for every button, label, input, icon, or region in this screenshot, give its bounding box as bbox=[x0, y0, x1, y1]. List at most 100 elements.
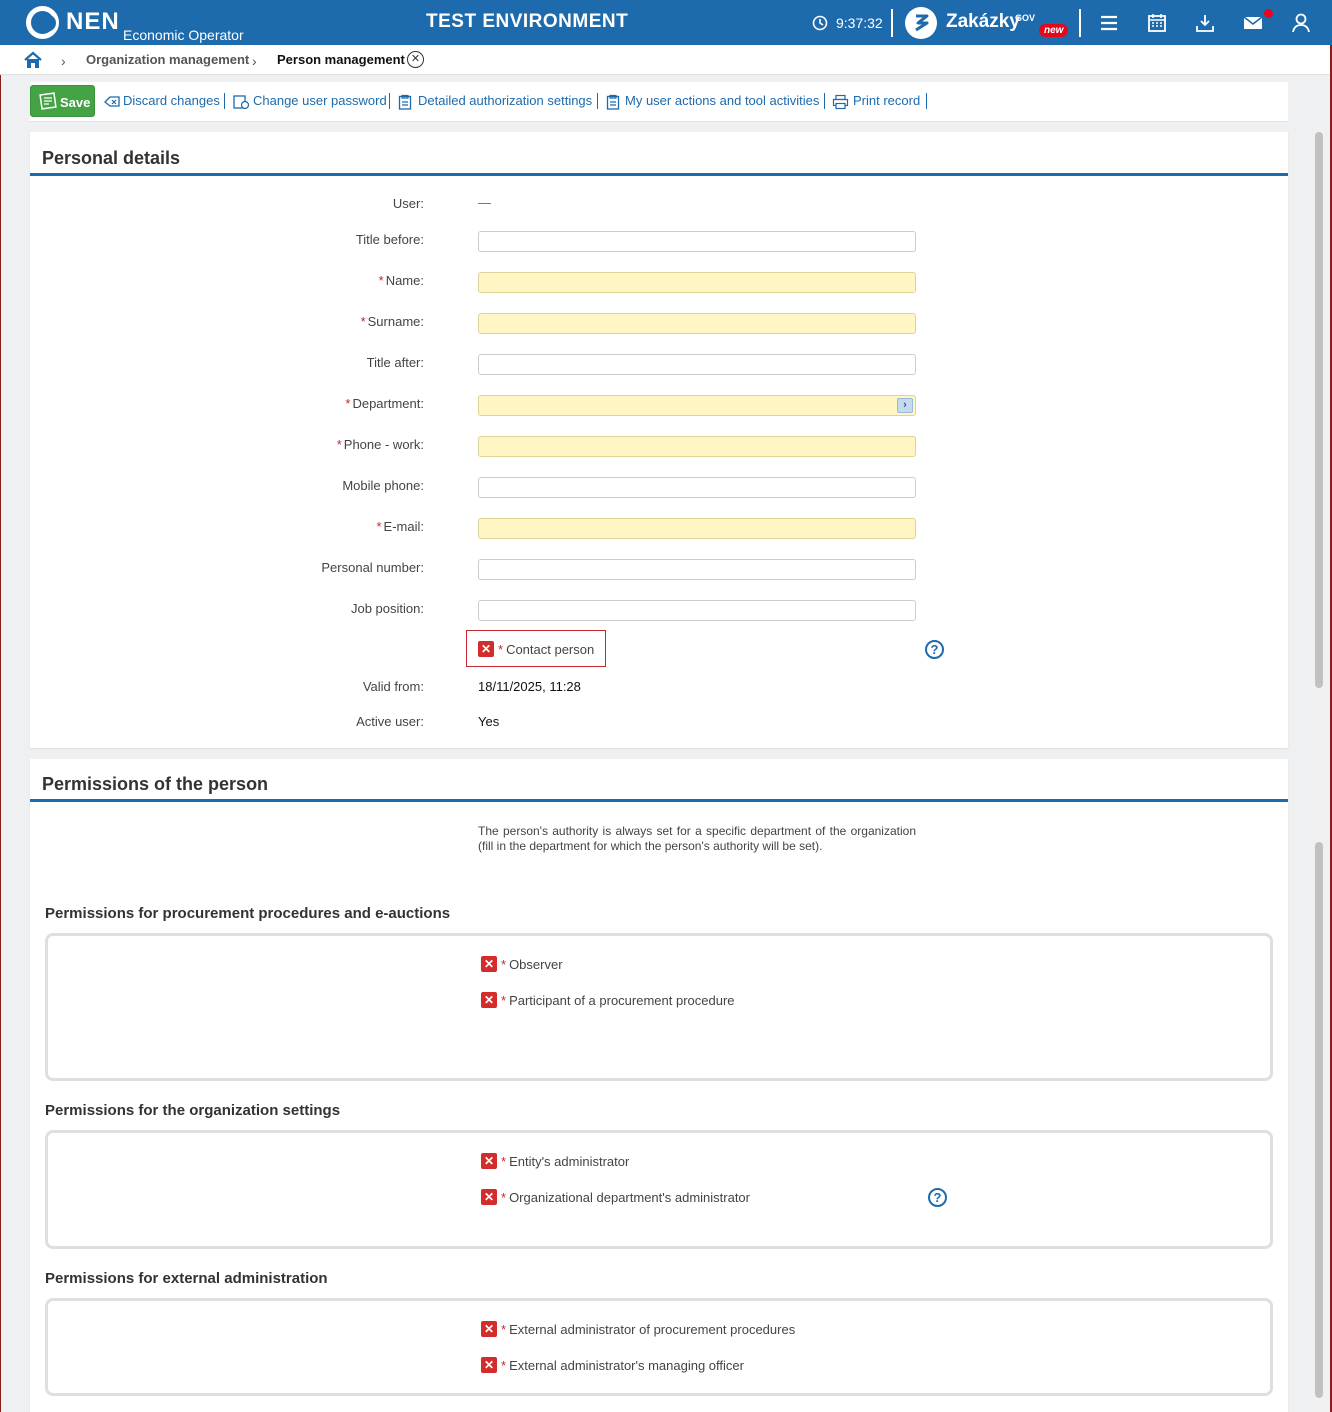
authorization-settings-link[interactable]: Detailed authorization settings bbox=[418, 93, 592, 108]
password-icon bbox=[232, 94, 250, 113]
save-button[interactable]: Save bbox=[30, 85, 95, 117]
environment-label: TEST ENVIRONMENT bbox=[426, 11, 629, 32]
entity-admin-checkbox[interactable]: ✕ bbox=[481, 1153, 497, 1169]
department-admin-checkbox[interactable]: ✕ bbox=[481, 1189, 497, 1205]
mobile-phone-input[interactable] bbox=[478, 477, 916, 498]
save-label: Save bbox=[60, 95, 91, 110]
title-before-label: Title before: bbox=[355, 232, 424, 247]
email-input[interactable] bbox=[478, 518, 916, 539]
toolbar-separator bbox=[824, 93, 825, 109]
external-admin-label[interactable]: * External administrator of procurement p… bbox=[501, 1322, 795, 1337]
external-officer-checkbox[interactable]: ✕ bbox=[481, 1357, 497, 1373]
toolbar-separator bbox=[926, 93, 927, 109]
participant-label[interactable]: * Participant of a procurement procedure bbox=[501, 993, 735, 1008]
save-icon bbox=[39, 92, 57, 113]
permissions-panel: Permissions of the person The person's a… bbox=[30, 759, 1288, 1412]
discard-icon bbox=[103, 94, 121, 111]
brand-name[interactable]: NEN bbox=[66, 8, 120, 36]
contact-person-label[interactable]: * Contact person bbox=[498, 642, 594, 657]
close-tab-icon[interactable]: ✕ bbox=[407, 51, 424, 68]
action-toolbar: Save Discard changes Change user passwor… bbox=[30, 82, 1288, 122]
brand-subtitle: Economic Operator bbox=[123, 27, 244, 43]
session-clock: 9:37:32 bbox=[836, 15, 883, 31]
header-divider bbox=[1079, 9, 1081, 37]
personal-number-label: Personal number: bbox=[321, 560, 424, 575]
title-before-input[interactable] bbox=[478, 231, 916, 252]
active-user-label: Active user: bbox=[356, 714, 424, 729]
clock-icon bbox=[812, 15, 828, 31]
name-label: * Name: bbox=[378, 273, 424, 288]
section-title: Permissions of the person bbox=[42, 774, 269, 794]
chevron-right-icon: › bbox=[252, 53, 257, 69]
mobile-phone-label: Mobile phone: bbox=[342, 478, 424, 493]
personal-details-panel: Personal details User: — Title before: *… bbox=[30, 132, 1288, 748]
discard-changes-link[interactable]: Discard changes bbox=[123, 93, 220, 108]
zakazky-link[interactable]: Zakázky bbox=[946, 11, 1020, 33]
valid-from-label: Valid from: bbox=[362, 679, 424, 694]
entity-admin-label[interactable]: * Entity's administrator bbox=[501, 1154, 629, 1169]
external-admin-checkbox[interactable]: ✕ bbox=[481, 1321, 497, 1337]
external-officer-label[interactable]: * External administrator's managing offic… bbox=[501, 1358, 744, 1373]
breadcrumb-person[interactable]: Person management bbox=[277, 52, 405, 67]
toolbar-separator bbox=[597, 93, 598, 109]
contact-person-checkbox[interactable]: ✕ bbox=[478, 641, 494, 657]
observer-checkbox[interactable]: ✕ bbox=[481, 956, 497, 972]
user-icon[interactable] bbox=[1290, 12, 1312, 34]
nen-logo-icon[interactable] bbox=[26, 6, 59, 39]
organization-permissions-heading: Permissions for the organization setting… bbox=[45, 1102, 341, 1119]
section-underline bbox=[30, 799, 1288, 802]
clipboard-icon bbox=[398, 94, 412, 113]
scrollbar-thumb[interactable] bbox=[1315, 842, 1323, 1398]
name-input[interactable] bbox=[478, 272, 916, 293]
user-label: User: bbox=[392, 196, 424, 211]
authority-note: The person's authority is always set for… bbox=[478, 824, 916, 853]
chevron-right-icon: › bbox=[61, 53, 66, 69]
menu-icon[interactable] bbox=[1098, 12, 1120, 34]
toolbar-separator bbox=[224, 93, 225, 109]
window-edge bbox=[0, 75, 1, 1412]
job-position-input[interactable] bbox=[478, 600, 916, 621]
surname-label: * Surname: bbox=[360, 314, 424, 329]
new-badge: new bbox=[1039, 24, 1069, 37]
external-permissions-heading: Permissions for external administration bbox=[45, 1270, 328, 1287]
procurement-permissions-heading: Permissions for procurement procedures a… bbox=[45, 905, 451, 922]
mail-icon[interactable] bbox=[1242, 12, 1264, 34]
job-position-label: Job position: bbox=[350, 601, 424, 616]
home-icon[interactable] bbox=[23, 51, 43, 72]
surname-input[interactable] bbox=[478, 313, 916, 334]
title-after-label: Title after: bbox=[366, 355, 424, 370]
toolbar-separator bbox=[389, 93, 390, 109]
print-record-link[interactable]: Print record bbox=[853, 93, 920, 108]
active-user-value: Yes bbox=[478, 714, 500, 729]
print-icon bbox=[832, 94, 849, 113]
change-password-link[interactable]: Change user password bbox=[253, 93, 387, 108]
scrollbar-thumb[interactable] bbox=[1315, 132, 1323, 688]
user-activities-link[interactable]: My user actions and tool activities bbox=[625, 93, 819, 108]
department-admin-label[interactable]: * Organizational department's administrat… bbox=[501, 1190, 750, 1205]
notification-dot bbox=[1264, 9, 1273, 18]
user-value: — bbox=[478, 195, 491, 210]
section-title: Personal details bbox=[42, 148, 181, 168]
help-icon[interactable]: ? bbox=[925, 640, 944, 659]
department-input[interactable]: › bbox=[478, 395, 916, 416]
help-icon[interactable]: ? bbox=[928, 1188, 947, 1207]
calendar-icon[interactable] bbox=[1146, 12, 1168, 34]
header-divider bbox=[891, 9, 893, 37]
zakazky-logo-icon[interactable] bbox=[905, 7, 937, 39]
valid-from-value: 18/11/2025, 11:28 bbox=[478, 679, 581, 694]
download-icon[interactable] bbox=[1194, 12, 1216, 34]
department-label: * Department: bbox=[345, 396, 424, 411]
observer-label[interactable]: * Observer bbox=[501, 957, 563, 972]
personal-number-input[interactable] bbox=[478, 559, 916, 580]
breadcrumb: › Organization management › Person manag… bbox=[0, 45, 1332, 75]
top-header: NEN Economic Operator TEST ENVIRONMENT 9… bbox=[0, 0, 1332, 45]
external-permissions-box: ✕ * External administrator of procurement… bbox=[45, 1298, 1273, 1396]
procurement-permissions-box: ✕ * Observer ✕ * Participant of a procurem… bbox=[45, 933, 1273, 1081]
breadcrumb-organization[interactable]: Organization management bbox=[86, 52, 249, 67]
clipboard-icon bbox=[606, 94, 620, 113]
phone-work-input[interactable] bbox=[478, 436, 916, 457]
title-after-input[interactable] bbox=[478, 354, 916, 375]
chevron-right-icon[interactable]: › bbox=[897, 398, 913, 413]
participant-checkbox[interactable]: ✕ bbox=[481, 992, 497, 1008]
phone-work-label: * Phone - work: bbox=[336, 437, 424, 452]
